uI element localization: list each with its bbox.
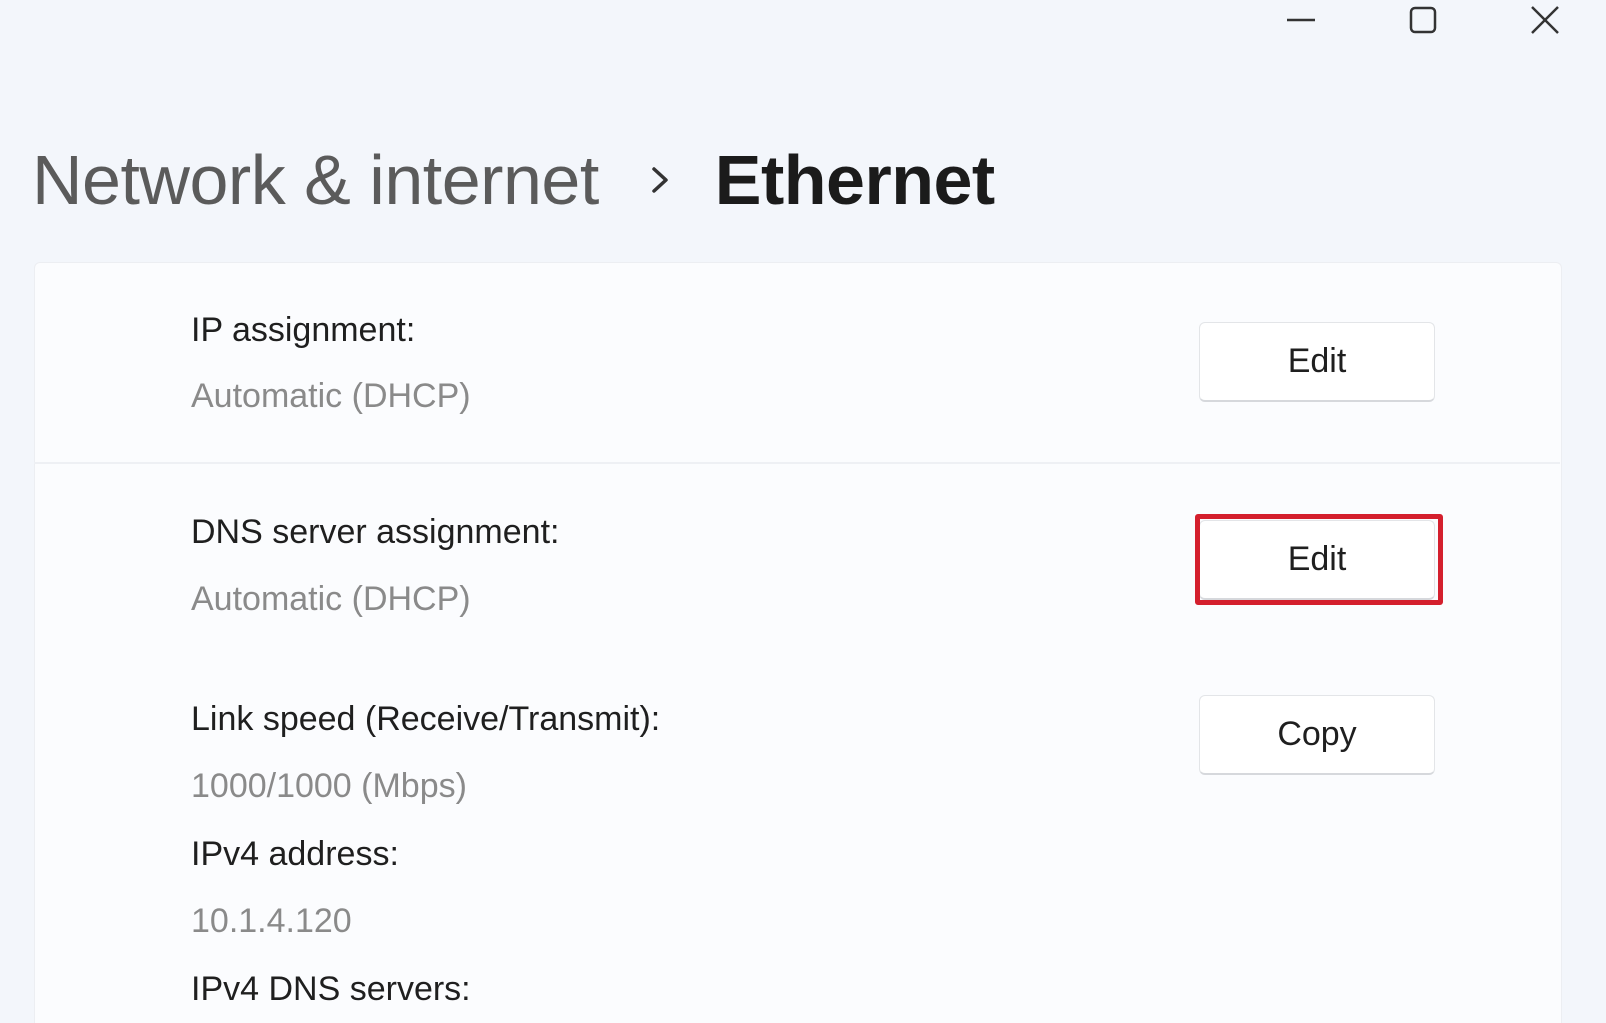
dns-assignment-value: Automatic (DHCP) bbox=[191, 580, 471, 618]
dns-assignment-edit-button[interactable]: Edit bbox=[1199, 520, 1435, 600]
breadcrumb-parent-link[interactable]: Network & internet bbox=[32, 140, 599, 220]
minimize-button[interactable] bbox=[1240, 0, 1362, 40]
chevron-right-icon bbox=[649, 163, 671, 197]
maximize-icon bbox=[1409, 6, 1437, 34]
ip-assignment-label: IP assignment: bbox=[191, 311, 416, 349]
ipv4-dns-servers-label: IPv4 DNS servers: bbox=[191, 970, 471, 1008]
dns-assignment-label: DNS server assignment: bbox=[191, 513, 560, 551]
breadcrumb: Network & internet Ethernet bbox=[32, 140, 995, 220]
minimize-icon bbox=[1287, 18, 1315, 22]
close-icon bbox=[1531, 6, 1559, 34]
link-speed-value: 1000/1000 (Mbps) bbox=[191, 767, 467, 805]
ip-assignment-value: Automatic (DHCP) bbox=[191, 377, 471, 415]
close-button[interactable] bbox=[1484, 0, 1606, 40]
window-controls bbox=[1240, 0, 1606, 40]
maximize-button[interactable] bbox=[1362, 0, 1484, 40]
row-divider bbox=[34, 462, 1560, 464]
link-speed-label: Link speed (Receive/Transmit): bbox=[191, 700, 661, 738]
ip-assignment-edit-button[interactable]: Edit bbox=[1199, 322, 1435, 402]
page-title: Ethernet bbox=[714, 141, 995, 219]
ipv4-address-value: 10.1.4.120 bbox=[191, 902, 352, 940]
ipv4-address-label: IPv4 address: bbox=[191, 835, 399, 873]
copy-button[interactable]: Copy bbox=[1199, 695, 1435, 775]
